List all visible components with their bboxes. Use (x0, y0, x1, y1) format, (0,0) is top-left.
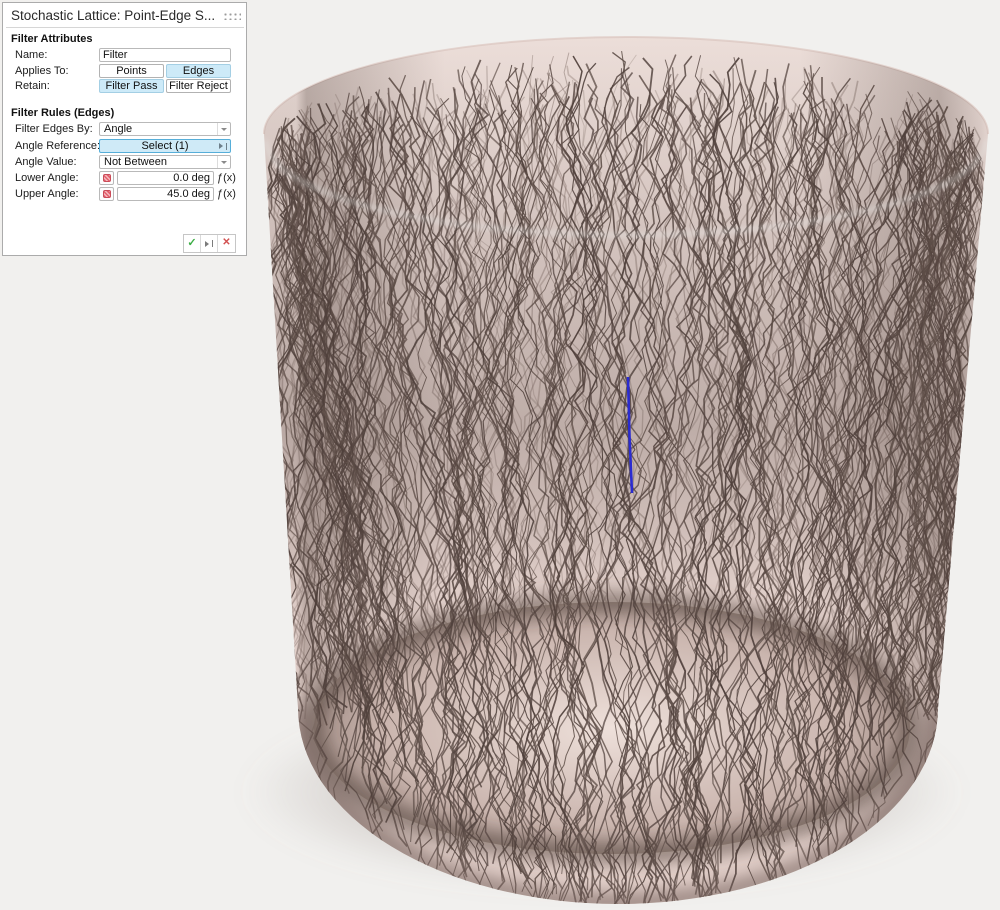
confirm-button[interactable]: ✓ (184, 235, 201, 252)
applies-to-label: Applies To: (15, 65, 69, 77)
edges-toggle-button[interactable]: Edges (166, 64, 231, 78)
filter-edges-by-dropdown[interactable]: Angle (99, 122, 231, 136)
angle-reference-label: Angle Reference: (15, 140, 100, 152)
filter-rules-heading: Filter Rules (Edges) (11, 107, 114, 119)
apply-and-continue-button[interactable] (201, 235, 218, 252)
filter-reject-toggle-button[interactable]: Filter Reject (166, 79, 231, 93)
title-separator (6, 27, 244, 28)
angle-reference-select-button[interactable]: Select (1) (99, 139, 231, 153)
drag-grip-icon[interactable] (223, 12, 241, 20)
ramp-icon (103, 174, 111, 182)
cancel-button[interactable]: ✕ (218, 235, 235, 252)
points-toggle-button[interactable]: Points (99, 64, 164, 78)
name-label: Name: (15, 49, 47, 61)
angle-value-value: Not Between (104, 156, 167, 168)
angle-reference-value: Select (1) (141, 140, 188, 152)
upper-angle-ramp-button[interactable] (99, 187, 114, 201)
filter-edges-by-value: Angle (104, 123, 132, 135)
chevron-down-icon[interactable] (217, 156, 230, 168)
retain-label: Retain: (15, 80, 50, 92)
play-to-end-icon (205, 240, 214, 247)
panel-footer-buttons: ✓ ✕ (183, 234, 236, 253)
fx-icon[interactable]: ƒ(x) (217, 172, 236, 184)
filter-pass-toggle-button[interactable]: Filter Pass (99, 79, 164, 93)
lower-angle-input[interactable] (117, 171, 214, 185)
name-input[interactable] (99, 48, 231, 62)
upper-angle-input[interactable] (117, 187, 214, 201)
angle-value-label: Angle Value: (15, 156, 77, 168)
lower-angle-ramp-button[interactable] (99, 171, 114, 185)
lower-angle-label: Lower Angle: (15, 172, 79, 184)
fx-icon[interactable]: ƒ(x) (217, 188, 236, 200)
chevron-down-icon[interactable] (217, 123, 230, 135)
panel-title: Stochastic Lattice: Point-Edge S... (11, 8, 215, 23)
filter-edges-by-label: Filter Edges By: (15, 123, 93, 135)
ramp-icon (103, 190, 111, 198)
angle-value-dropdown[interactable]: Not Between (99, 155, 231, 169)
pick-to-end-icon (219, 143, 228, 150)
filter-attributes-heading: Filter Attributes (11, 33, 93, 45)
upper-angle-label: Upper Angle: (15, 188, 79, 200)
block-panel: Stochastic Lattice: Point-Edge S... Filt… (2, 2, 247, 256)
